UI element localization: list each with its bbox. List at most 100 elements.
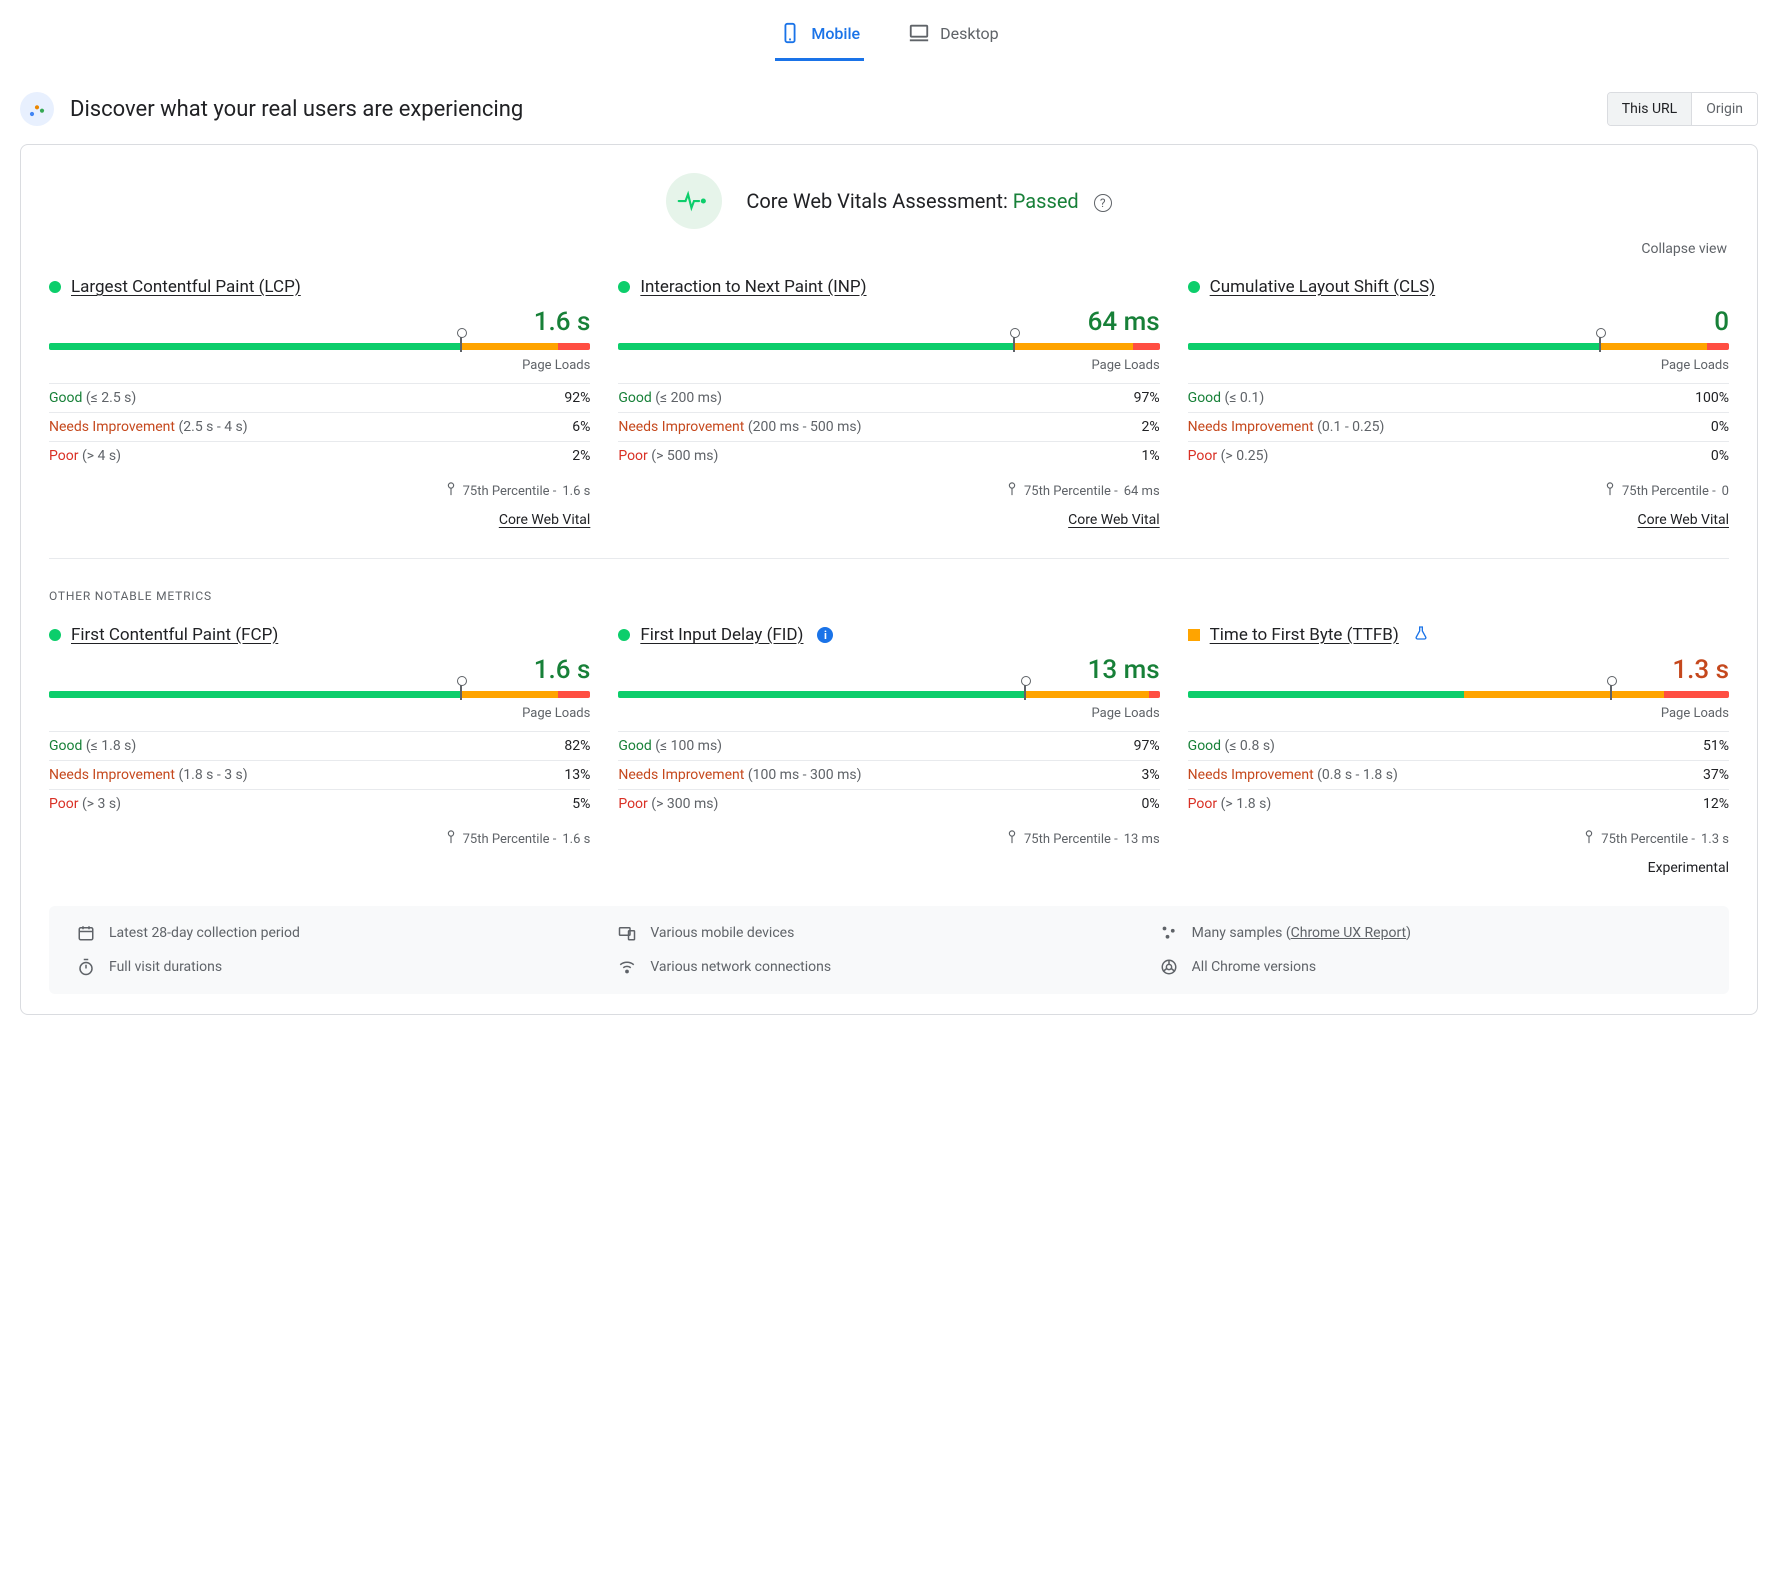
metric-fcp: First Contentful Paint (FCP) 1.6 s Page …	[49, 625, 590, 876]
header-icon	[20, 92, 54, 126]
distribution-bar	[49, 343, 590, 350]
percentile-marker-icon	[1610, 682, 1612, 700]
footer-durations: Full visit durations	[77, 958, 618, 976]
dist-ni: Needs Improvement (100 ms - 300 ms)3%	[618, 760, 1159, 789]
assessment-prefix: Core Web Vitals Assessment:	[746, 189, 1012, 213]
metric-value: 64 ms	[618, 307, 1159, 337]
dist-good: Good (≤ 2.5 s)92%	[49, 383, 590, 412]
metric-name-link[interactable]: Cumulative Layout Shift (CLS)	[1210, 277, 1436, 297]
help-icon[interactable]: ?	[1094, 194, 1112, 212]
tab-desktop-label: Desktop	[940, 24, 999, 43]
footer-versions: All Chrome versions	[1160, 958, 1701, 976]
metric-name-link[interactable]: Interaction to Next Paint (INP)	[640, 277, 866, 297]
pin-icon	[445, 830, 457, 848]
percentile-marker-icon	[1013, 334, 1015, 352]
toggle-this-url[interactable]: This URL	[1608, 93, 1691, 125]
pin-icon	[1006, 830, 1018, 848]
status-indicator	[49, 281, 61, 293]
tab-mobile-label: Mobile	[811, 24, 860, 43]
metric-name-link[interactable]: First Contentful Paint (FCP)	[71, 625, 278, 645]
toggle-origin[interactable]: Origin	[1691, 93, 1757, 125]
percentile-marker-icon	[1599, 334, 1601, 352]
footer-network: Various network connections	[618, 958, 1159, 976]
page-loads-label: Page Loads	[1188, 706, 1729, 721]
percentile-row: 75th Percentile - 1.6 s	[49, 830, 590, 848]
distribution-bar	[618, 691, 1159, 698]
percentile-row: 75th Percentile - 1.6 s	[49, 482, 590, 500]
core-web-vitals-grid: Largest Contentful Paint (LCP) 1.6 s Pag…	[35, 277, 1743, 528]
metric-value: 13 ms	[618, 655, 1159, 685]
distribution-bar	[1188, 343, 1729, 350]
pin-icon	[1583, 830, 1595, 848]
divider	[49, 558, 1729, 559]
metric-name-link[interactable]: Largest Contentful Paint (LCP)	[71, 277, 301, 297]
dist-poor: Poor (> 300 ms)0%	[618, 789, 1159, 818]
distribution-bar	[1188, 691, 1729, 698]
metric-lcp: Largest Contentful Paint (LCP) 1.6 s Pag…	[49, 277, 590, 528]
percentile-marker-icon	[460, 334, 462, 352]
metric-value: 1.6 s	[49, 307, 590, 337]
chrome-ux-report-link[interactable]: Chrome UX Report	[1291, 925, 1406, 941]
dist-poor: Poor (> 1.8 s)12%	[1188, 789, 1729, 818]
distribution-bar	[618, 343, 1159, 350]
dist-good: Good (≤ 200 ms)97%	[618, 383, 1159, 412]
dist-poor: Poor (> 500 ms)1%	[618, 441, 1159, 470]
other-metrics-grid: First Contentful Paint (FCP) 1.6 s Page …	[35, 625, 1743, 876]
metric-cls: Cumulative Layout Shift (CLS) 0 Page Loa…	[1188, 277, 1729, 528]
page-loads-label: Page Loads	[618, 358, 1159, 373]
distribution-bar	[49, 691, 590, 698]
percentile-row: 75th Percentile - 64 ms	[618, 482, 1159, 500]
percentile-marker-icon	[460, 682, 462, 700]
percentile-row: 75th Percentile - 0	[1188, 482, 1729, 500]
tab-mobile[interactable]: Mobile	[775, 10, 864, 61]
metric-inp: Interaction to Next Paint (INP) 64 ms Pa…	[618, 277, 1159, 528]
experimental-label: Experimental	[1188, 860, 1729, 876]
tab-desktop[interactable]: Desktop	[904, 10, 1003, 61]
dist-poor: Poor (> 0.25)0%	[1188, 441, 1729, 470]
core-web-vital-link[interactable]: Core Web Vital	[1188, 512, 1729, 528]
percentile-marker-icon	[1024, 682, 1026, 700]
pin-icon	[445, 482, 457, 500]
status-indicator	[49, 629, 61, 641]
dist-good: Good (≤ 0.8 s)51%	[1188, 731, 1729, 760]
assessment-result: Passed	[1013, 189, 1079, 213]
mobile-icon	[779, 22, 801, 44]
dist-ni: Needs Improvement (1.8 s - 3 s)13%	[49, 760, 590, 789]
status-indicator	[1188, 281, 1200, 293]
metric-fid: First Input Delay (FID) i 13 ms Page Loa…	[618, 625, 1159, 876]
page-loads-label: Page Loads	[49, 358, 590, 373]
dist-poor: Poor (> 3 s)5%	[49, 789, 590, 818]
metric-name-link[interactable]: Time to First Byte (TTFB)	[1210, 625, 1399, 645]
stopwatch-icon	[77, 958, 95, 976]
dist-ni: Needs Improvement (200 ms - 500 ms)2%	[618, 412, 1159, 441]
scatter-icon	[1160, 924, 1178, 942]
calendar-icon	[77, 924, 95, 942]
info-icon[interactable]: i	[817, 627, 833, 643]
metric-value: 0	[1188, 307, 1729, 337]
url-origin-toggle: This URL Origin	[1607, 92, 1758, 126]
dist-ni: Needs Improvement (2.5 s - 4 s)6%	[49, 412, 590, 441]
desktop-icon	[908, 22, 930, 44]
dist-good: Good (≤ 1.8 s)82%	[49, 731, 590, 760]
dist-good: Good (≤ 100 ms)97%	[618, 731, 1159, 760]
core-web-vital-link[interactable]: Core Web Vital	[618, 512, 1159, 528]
dist-good: Good (≤ 0.1)100%	[1188, 383, 1729, 412]
status-indicator	[618, 629, 630, 641]
page-loads-label: Page Loads	[618, 706, 1159, 721]
flask-icon[interactable]	[1413, 625, 1429, 645]
footer-devices: Various mobile devices	[618, 924, 1159, 942]
metric-name-link[interactable]: First Input Delay (FID)	[640, 625, 803, 645]
collapse-view-link[interactable]: Collapse view	[51, 241, 1727, 257]
devices-icon	[618, 924, 636, 942]
page-loads-label: Page Loads	[49, 706, 590, 721]
status-indicator	[618, 281, 630, 293]
page-title: Discover what your real users are experi…	[70, 97, 523, 122]
footer-info: Latest 28-day collection period Various …	[49, 906, 1729, 994]
device-tabs: Mobile Desktop	[10, 10, 1768, 62]
core-web-vital-link[interactable]: Core Web Vital	[49, 512, 590, 528]
percentile-row: 75th Percentile - 1.3 s	[1188, 830, 1729, 848]
pin-icon	[1604, 482, 1616, 500]
assessment-title: Core Web Vitals Assessment: Passed ?	[746, 189, 1111, 213]
footer-period: Latest 28-day collection period	[77, 924, 618, 942]
status-indicator	[1188, 629, 1200, 641]
